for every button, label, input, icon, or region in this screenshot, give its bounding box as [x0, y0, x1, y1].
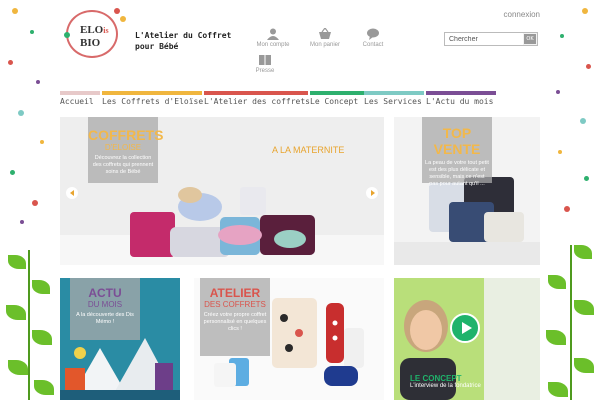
- left-decoration: [0, 0, 60, 400]
- hero-carousel[interactable]: COFFRETS D'ELOISE Découvrez la collectio…: [60, 117, 384, 265]
- play-video-button[interactable]: [450, 313, 480, 343]
- nav-contact[interactable]: Contact: [350, 28, 396, 48]
- top-vente-tile[interactable]: TOP VENTE La peau de votre tout petit es…: [394, 117, 540, 265]
- connexion-link[interactable]: connexion: [504, 10, 540, 19]
- logo-wordmark: ELOis BIO: [80, 24, 109, 49]
- actu-tile[interactable]: ACTU DU MOIS A la découverte des Dis Mém…: [60, 278, 180, 400]
- menu-item-atelier[interactable]: L'Atelier des coffrets: [204, 91, 310, 107]
- search-button[interactable]: OK: [524, 34, 536, 44]
- search-bar: OK: [444, 32, 538, 46]
- menu-item-actu[interactable]: L'Actu du mois: [426, 91, 496, 107]
- user-icon: [267, 28, 279, 40]
- nav-presse[interactable]: Presse: [242, 54, 288, 74]
- menu-item-accueil[interactable]: Accueil: [60, 91, 100, 107]
- menu-item-concept[interactable]: Le Concept: [310, 91, 364, 107]
- nav-mon-compte[interactable]: Mon compte: [250, 28, 296, 48]
- hero-tagline: A LA MATERNITE: [272, 145, 345, 155]
- search-input[interactable]: [445, 33, 523, 45]
- chat-icon: [367, 28, 379, 40]
- right-decoration: [540, 0, 600, 400]
- actu-caption: ACTU DU MOIS A la découverte des Dis Mém…: [70, 278, 140, 340]
- atelier-tile[interactable]: ATELIER DES COFFRETS Créez votre propre …: [194, 278, 384, 400]
- basket-icon: [319, 28, 331, 39]
- site-logo[interactable]: ELOis BIO: [64, 8, 126, 58]
- nav-mon-panier[interactable]: Mon panier: [302, 28, 348, 48]
- book-icon: [259, 55, 271, 65]
- carousel-prev-arrow[interactable]: [66, 187, 78, 199]
- concept-caption: LE CONCEPT L'interview de la fondatrice: [410, 374, 481, 389]
- concept-tile[interactable]: LE CONCEPT L'interview de la fondatrice: [394, 278, 540, 400]
- atelier-caption: ATELIER DES COFFRETS Créez votre propre …: [200, 278, 270, 356]
- carousel-next-arrow[interactable]: [366, 187, 378, 199]
- top-vente-caption: TOP VENTE La peau de votre tout petit es…: [422, 117, 492, 187]
- main-menu: Accueil Les Coffrets d'Eloïse L'Atelier …: [60, 91, 496, 107]
- menu-item-services[interactable]: Les Services: [364, 91, 424, 107]
- site-header: ELOis BIO L'Atelier du Coffret pour Bébé…: [60, 0, 540, 90]
- menu-item-coffrets[interactable]: Les Coffrets d'Eloïse: [102, 91, 203, 107]
- site-tagline: L'Atelier du Coffret pour Bébé: [135, 31, 232, 51]
- hero-caption: COFFRETS D'ELOISE Découvrez la collectio…: [88, 117, 163, 183]
